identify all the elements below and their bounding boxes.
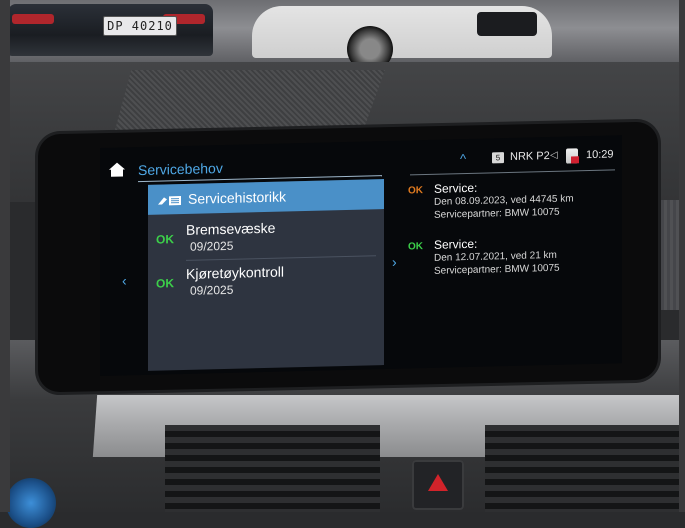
service-record-partner: Servicepartner: BMW 10075 [434, 206, 560, 221]
air-vent-left[interactable] [165, 425, 380, 512]
list-item-title: Bremsevæske [186, 219, 276, 238]
air-vent-right[interactable] [485, 425, 685, 512]
status-badge: OK [408, 185, 423, 197]
clock: 10:29 [586, 148, 614, 162]
list-item-title: Kjøretøykontroll [186, 263, 285, 282]
nav-right-arrow-icon[interactable]: › [392, 254, 397, 270]
parked-car-left: DP 40210 [8, 4, 213, 56]
windshield-view: DP 40210 [0, 0, 685, 72]
scroll-up-icon[interactable]: ^ [460, 151, 466, 166]
parked-car-right [252, 6, 552, 72]
list-item-date: 09/2025 [190, 282, 234, 298]
list-item-date: 09/2025 [190, 238, 234, 254]
status-badge: OK [156, 232, 174, 247]
license-plate: DP 40210 [103, 16, 177, 36]
radio-station: NRK P2 [510, 150, 550, 163]
service-record-date: Den 08.09.2023, ved 44745 km [434, 193, 574, 208]
speaker-grille [115, 70, 385, 130]
hazard-triangle-icon [428, 474, 448, 491]
service-record-partner: Servicepartner: BMW 10075 [434, 262, 560, 277]
service-record-title: Service: [434, 236, 478, 252]
service-record: OK Service: Den 12.07.2021, ved 21 km Se… [408, 233, 618, 277]
status-badge: OK [156, 276, 174, 291]
service-record: OK Service: Den 08.09.2023, ved 44745 km… [408, 177, 618, 221]
service-record-date: Den 12.07.2021, ved 21 km [434, 249, 557, 264]
speaker-icon: ◁ [550, 149, 558, 162]
home-icon[interactable] [108, 161, 126, 177]
list-item-kjoretoykontroll[interactable]: OK Kjøretøykontroll 09/2025 [148, 259, 384, 309]
infotainment-screen: Servicebehov ^ 5 NRK P2 ◁ 10:29 ‹ › Serv… [100, 135, 622, 376]
a-pillar-right [679, 0, 685, 512]
header-divider-right [410, 169, 615, 176]
hazard-button[interactable] [412, 460, 464, 510]
service-list: Servicehistorikk OK Bremsevæske 09/2025 … [148, 179, 384, 371]
car-trunk-open [477, 12, 537, 36]
status-badge: OK [408, 241, 423, 253]
service-history-icon [158, 196, 181, 206]
radio-preset-badge: 5 [492, 152, 504, 164]
list-item-label: Servicehistorikk [188, 188, 287, 207]
list-item-servicehistorikk[interactable]: Servicehistorikk [148, 179, 384, 215]
tail-light [12, 14, 54, 24]
phone-flag-icon [571, 156, 579, 164]
nav-left-arrow-icon[interactable]: ‹ [122, 272, 127, 288]
a-pillar-left [0, 0, 10, 512]
service-record-title: Service: [434, 180, 478, 196]
start-stop-button[interactable] [6, 478, 56, 528]
page-title: Servicebehov [138, 159, 223, 179]
